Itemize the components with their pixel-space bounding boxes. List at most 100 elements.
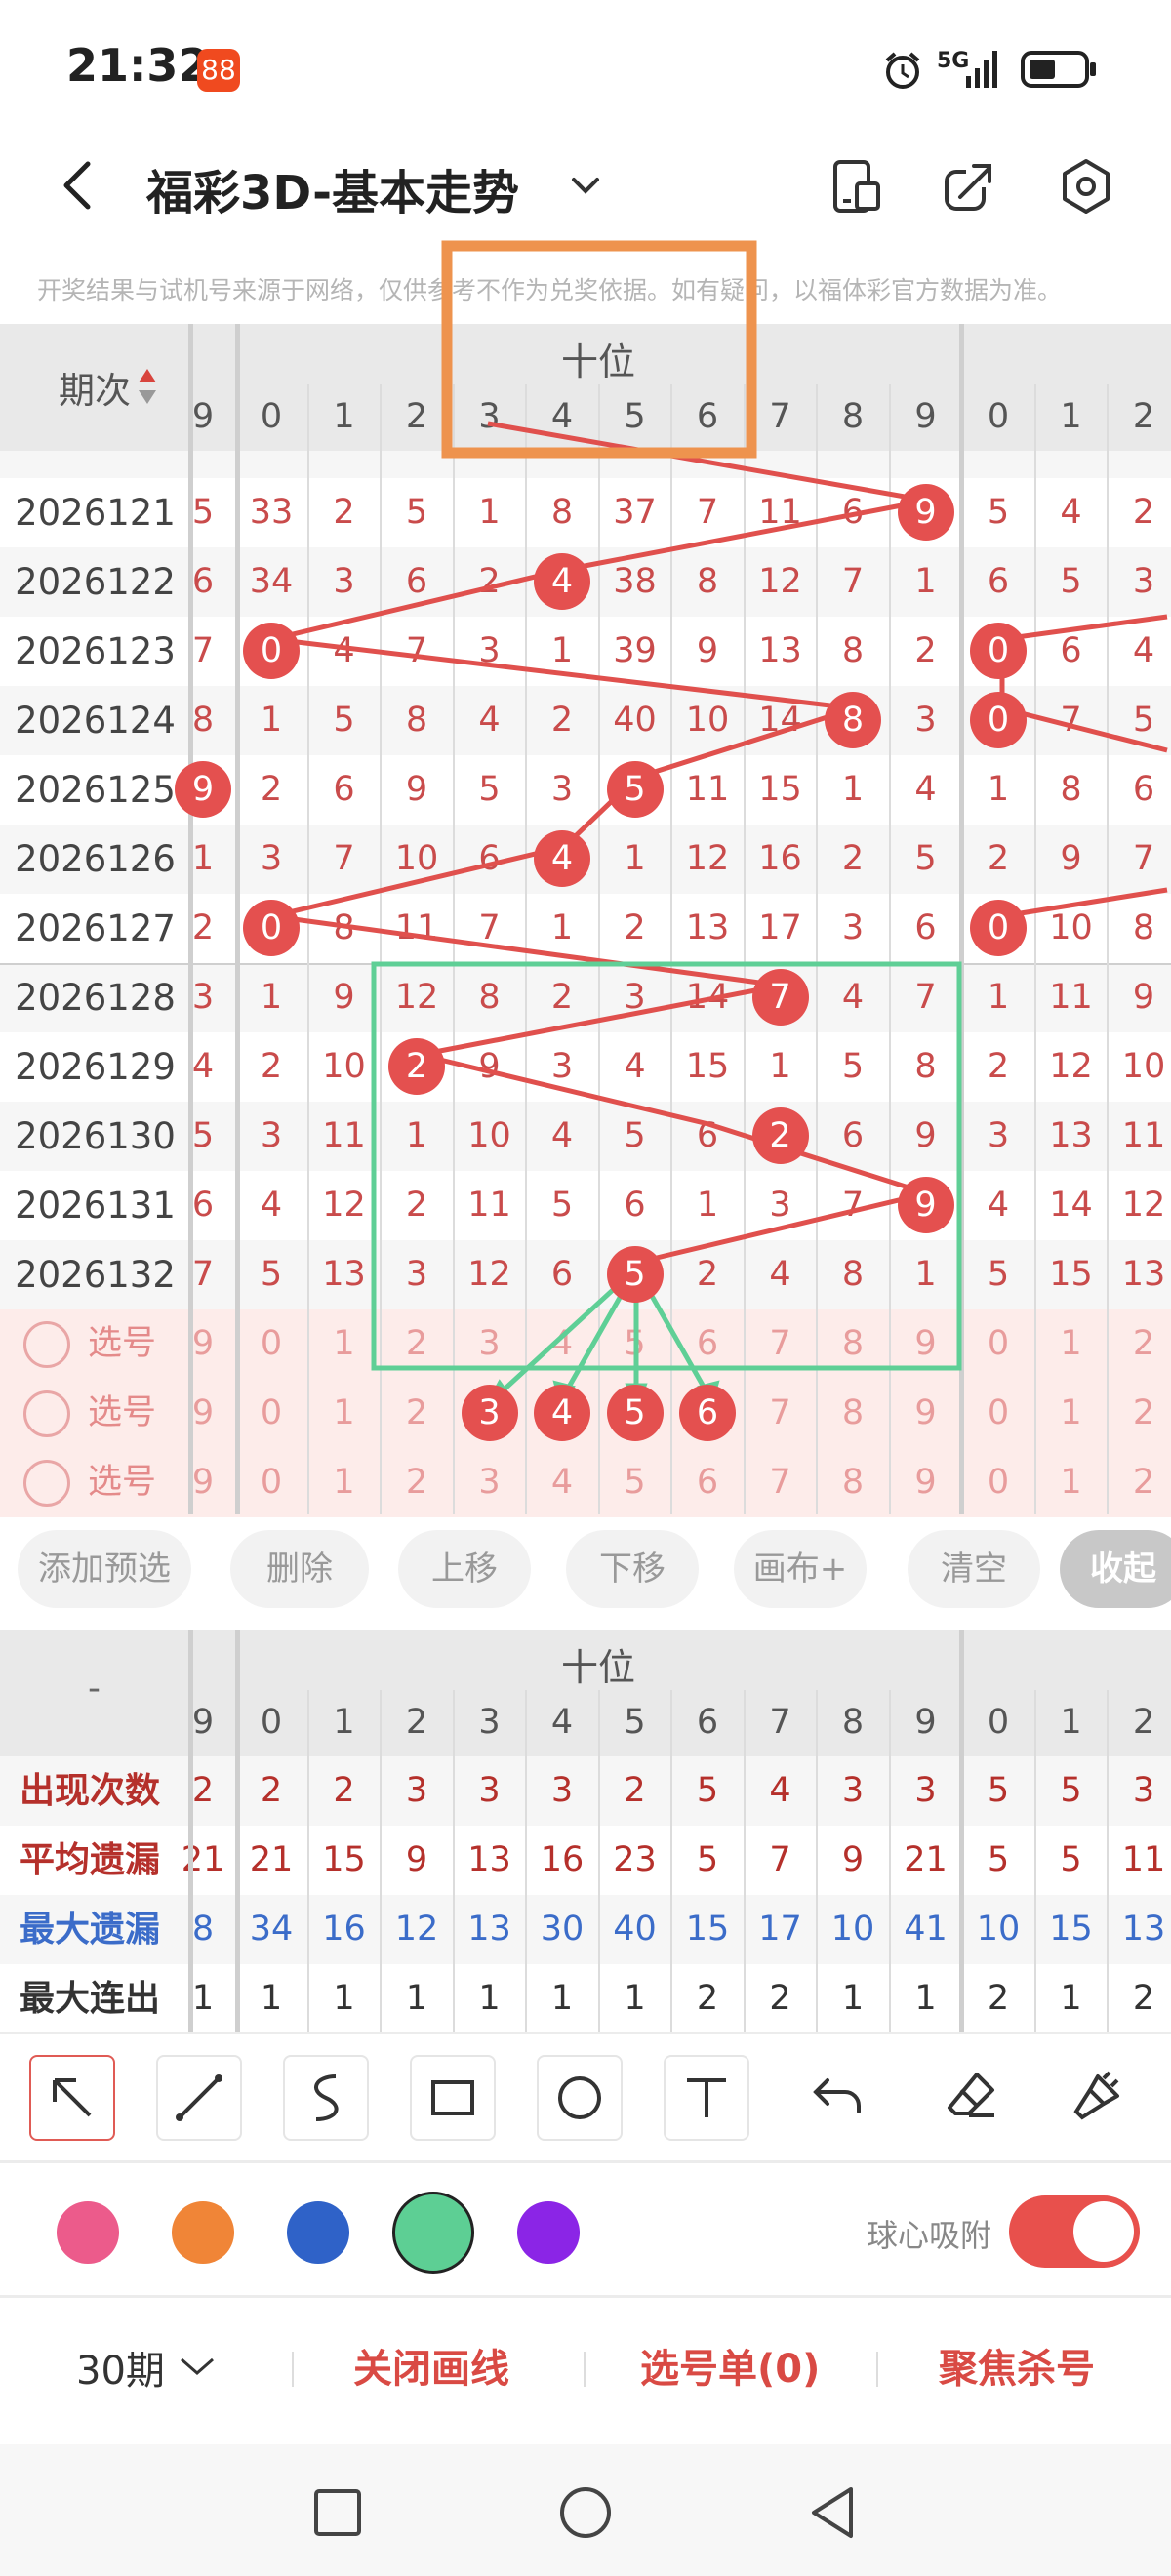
stats-column-header: 0: [987, 1703, 1010, 1742]
drawn-ball[interactable]: 6: [679, 1385, 736, 1441]
separator: [292, 2352, 294, 2387]
stats-row: 平均遗漏 21 21 15 9 13 16 23 5 7 9 21 5 5 11: [0, 1826, 1171, 1895]
action-button[interactable]: 画布+: [734, 1530, 867, 1608]
action-button[interactable]: 下移: [566, 1530, 699, 1608]
stats-cell: 2: [191, 1771, 215, 1810]
stats-column-header: 5: [624, 1703, 646, 1742]
separator: [876, 2352, 878, 2387]
arrow-tool-icon[interactable]: [29, 2055, 115, 2141]
stats-column-header: 7: [769, 1703, 791, 1742]
drawn-ball[interactable]: 9: [897, 484, 954, 541]
drawn-ball[interactable]: 0: [243, 900, 300, 956]
stats-cell: 2: [1132, 1979, 1155, 2018]
circle-icon[interactable]: [556, 2483, 615, 2542]
text-tool-icon[interactable]: [664, 2055, 749, 2141]
toggle-knob: [1073, 2201, 1134, 2262]
snap-label: 球心吸附: [867, 2217, 992, 2254]
square-icon[interactable]: [308, 2483, 367, 2542]
green-highlight-box[interactable]: [371, 961, 962, 1371]
stats-cell: 23: [613, 1840, 657, 1879]
stats-cell: 15: [685, 1910, 730, 1949]
stats-group-header: 十位: [561, 1646, 636, 1689]
stats-label: 最大遗漏: [20, 1910, 161, 1950]
stats-cell: 12: [394, 1910, 439, 1949]
rectangle-tool-icon[interactable]: [410, 2055, 496, 2141]
period-selector[interactable]: 30期: [76, 2339, 165, 2395]
color-swatch[interactable]: [287, 2201, 349, 2264]
stats-cell: 1: [478, 1979, 501, 2018]
stats-cell: 2: [769, 1979, 791, 2018]
orange-highlight-box[interactable]: [441, 240, 757, 459]
circle-tool-icon[interactable]: [537, 2055, 623, 2141]
action-button[interactable]: 上移: [398, 1530, 531, 1608]
drawn-ball[interactable]: 7: [751, 969, 809, 1026]
undo-icon[interactable]: [810, 2067, 868, 2125]
selection-list-button[interactable]: 选号单(0): [640, 2337, 820, 2394]
stats-cell: 11: [1121, 1840, 1166, 1879]
grid-line: [306, 1690, 309, 2032]
stats-cell: 5: [696, 1771, 719, 1810]
action-button[interactable]: 清空: [908, 1530, 1040, 1608]
drawn-ball[interactable]: 2: [388, 1038, 445, 1095]
eraser-icon[interactable]: [942, 2067, 1000, 2125]
action-button[interactable]: 添加预选: [18, 1530, 191, 1608]
stats-cell: 2: [624, 1771, 646, 1810]
stats-cell: 34: [249, 1910, 294, 1949]
separator: [584, 2352, 586, 2387]
stats-cell: 16: [540, 1840, 585, 1879]
separator-line: [235, 1630, 240, 2032]
drawn-ball[interactable]: 4: [534, 553, 590, 610]
back-triangle-icon[interactable]: [804, 2483, 863, 2542]
drawn-ball[interactable]: 4: [534, 1385, 590, 1441]
drawn-ball[interactable]: 5: [606, 1246, 664, 1303]
drawn-ball[interactable]: 5: [606, 761, 664, 818]
color-swatch[interactable]: [517, 2201, 580, 2264]
snap-toggle[interactable]: [1009, 2195, 1140, 2268]
stats-row: 最大遗漏 8 34 16 12 13 30 40 15 17 10 41 10 15 13: [0, 1895, 1171, 1964]
trend-overlay: [271, 240, 1168, 1415]
drawn-ball[interactable]: 8: [825, 692, 881, 748]
color-swatch[interactable]: [392, 2192, 474, 2274]
drawn-ball[interactable]: 3: [461, 1385, 518, 1441]
drawn-ball[interactable]: 5: [606, 1385, 664, 1441]
stats-cell: 13: [1121, 1910, 1166, 1949]
divider: [0, 2160, 1171, 2163]
stats-cell: 16: [322, 1910, 366, 1949]
drawn-ball[interactable]: 4: [534, 830, 590, 887]
grid-line: [816, 1690, 818, 2032]
stats-cell: 15: [322, 1840, 366, 1879]
stats-column-header: 8: [841, 1703, 865, 1742]
stats-cell: 13: [467, 1910, 511, 1949]
drawn-ball[interactable]: 0: [243, 623, 300, 679]
stats-cell: 4: [769, 1771, 791, 1810]
stats-cell: 21: [249, 1840, 294, 1879]
stats-cell: 2: [696, 1979, 719, 2018]
color-swatch[interactable]: [57, 2201, 119, 2264]
brush-icon[interactable]: [1069, 2067, 1127, 2125]
drawn-ball[interactable]: 2: [751, 1107, 809, 1164]
stats-cell: 30: [540, 1910, 585, 1949]
grid-line: [670, 1690, 672, 2032]
drawn-ball[interactable]: 9: [175, 761, 231, 818]
chevron-down-icon[interactable]: [176, 2352, 219, 2381]
stats-corner: -: [88, 1669, 101, 1709]
color-swatch[interactable]: [172, 2201, 234, 2264]
focus-kill-button[interactable]: 聚焦杀号: [939, 2337, 1095, 2394]
drawn-ball[interactable]: 0: [970, 623, 1027, 679]
drawn-ball[interactable]: 0: [970, 692, 1027, 748]
stats-cell: 1: [624, 1979, 646, 2018]
green-arrows[interactable]: [482, 1267, 720, 1415]
stats-cell: 9: [405, 1840, 428, 1879]
action-button[interactable]: 删除: [230, 1530, 369, 1608]
close-lines-button[interactable]: 关闭画线: [353, 2337, 509, 2394]
stats-cell: 3: [478, 1771, 501, 1810]
line-tool-icon[interactable]: [156, 2055, 242, 2141]
drawn-ball[interactable]: 9: [897, 1177, 954, 1233]
stats-column-header: 1: [1060, 1703, 1082, 1742]
stats-cell: 21: [181, 1840, 225, 1879]
action-button[interactable]: 收起: [1060, 1530, 1171, 1608]
stats-column-header: 9: [191, 1703, 215, 1742]
curve-tool-icon[interactable]: [283, 2055, 369, 2141]
drawn-ball[interactable]: 0: [970, 900, 1027, 956]
stats-cell: 3: [550, 1771, 574, 1810]
